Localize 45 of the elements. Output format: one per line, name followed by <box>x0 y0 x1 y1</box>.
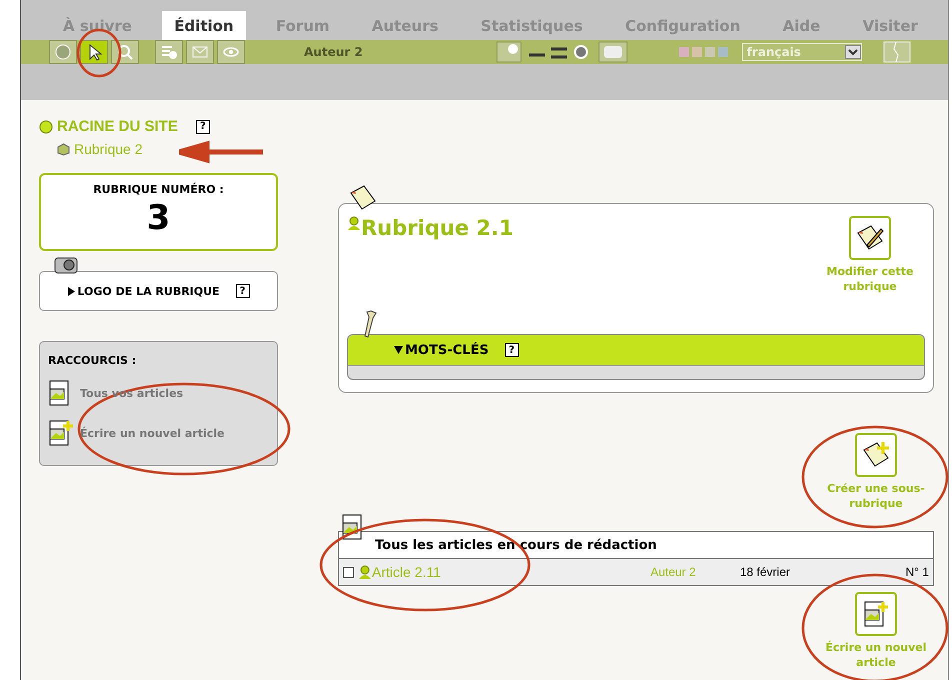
section-title: Rubrique 2.1 <box>361 216 514 240</box>
help-icon[interactable]: ? <box>196 120 210 134</box>
article-link[interactable]: Article 2.11 <box>372 564 650 580</box>
keywords-header[interactable]: MOTS-CLÉS ? <box>348 335 924 366</box>
color-swatches-icon <box>678 47 731 57</box>
globe-icon <box>39 120 53 134</box>
number-label: RUBRIQUE NUMÉRO : <box>93 183 224 196</box>
author-cell-text: Auteur 2 <box>650 565 697 579</box>
section-link[interactable]: Rubrique 2 <box>74 141 142 157</box>
globe-icon <box>54 43 72 61</box>
new-article-icon <box>863 600 889 628</box>
dropdown-icon <box>844 45 861 59</box>
author-name: Auteur 2 <box>304 45 363 59</box>
sidebar-toggle-icon[interactable] <box>882 41 911 63</box>
image-icon <box>496 41 522 63</box>
shortcuts-title: RACCOURCIS : <box>48 354 138 367</box>
nav-tab[interactable]: Édition <box>162 11 246 40</box>
edit-section-button[interactable]: Modifier cette rubrique <box>815 216 925 294</box>
row-checkbox[interactable] <box>343 566 354 578</box>
new-article-icon <box>48 419 74 447</box>
keywords-label: MOTS-CLÉS <box>405 342 489 358</box>
logo-label: LOGO DE LA RUBRIQUE <box>77 284 220 298</box>
nav-tab[interactable]: Statistiques <box>468 11 595 40</box>
nav-tab[interactable]: Configuration <box>613 11 752 40</box>
root-link[interactable]: RACINE DU SITE <box>57 118 178 135</box>
shortcut-link[interactable]: Écrire un nouvel article <box>80 426 225 440</box>
calendar-icon <box>160 43 178 61</box>
language-select[interactable]: français <box>742 43 862 61</box>
number-cell-text: N° 1 <box>904 565 929 579</box>
toolbar-button[interactable] <box>80 40 108 64</box>
nav-tab[interactable]: Forum <box>264 11 342 40</box>
cube-icon <box>57 142 70 156</box>
person-icon <box>347 216 361 230</box>
search-icon <box>116 43 134 61</box>
screen-icon <box>598 41 628 63</box>
date-cell-text: 18 février <box>740 565 791 579</box>
wrench-icon <box>362 309 378 339</box>
nav-tab[interactable]: Auteurs <box>360 11 450 40</box>
person-icon <box>358 565 372 579</box>
help-icon[interactable]: ? <box>236 284 250 298</box>
nav-tab[interactable]: Aide <box>770 11 832 40</box>
nav-tab[interactable]: Visiter <box>850 11 930 40</box>
section-number: 3 <box>146 197 170 240</box>
help-icon[interactable]: ? <box>504 343 519 357</box>
logo-panel[interactable]: LOGO DE LA RUBRIQUE ? <box>39 271 278 311</box>
